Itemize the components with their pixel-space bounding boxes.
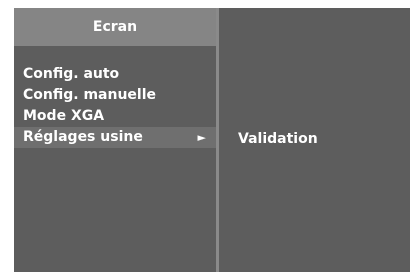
menu-title: Ecran <box>14 8 216 46</box>
submenu-panel: Validation <box>219 8 410 272</box>
submenu-item-validation[interactable]: Validation <box>238 129 318 150</box>
menu-item-label: Mode XGA <box>23 108 105 124</box>
menu-item-label: Config. manuelle <box>23 87 157 103</box>
menu-item-reglages-usine[interactable]: Réglages usine ► <box>14 127 216 148</box>
main-menu-panel: Ecran Config. auto Config. manuelle Mode… <box>14 8 216 272</box>
menu-item-label: Réglages usine <box>23 129 143 145</box>
menu-item-config-manuelle[interactable]: Config. manuelle <box>14 85 216 106</box>
main-menu-list: Config. auto Config. manuelle Mode XGA R… <box>14 64 216 148</box>
menu-item-config-auto[interactable]: Config. auto <box>14 64 216 85</box>
osd-menu: Ecran Config. auto Config. manuelle Mode… <box>0 0 410 280</box>
right-triangle-icon: ► <box>197 131 206 144</box>
menu-item-label: Config. auto <box>23 66 120 82</box>
menu-item-mode-xga[interactable]: Mode XGA <box>14 106 216 127</box>
